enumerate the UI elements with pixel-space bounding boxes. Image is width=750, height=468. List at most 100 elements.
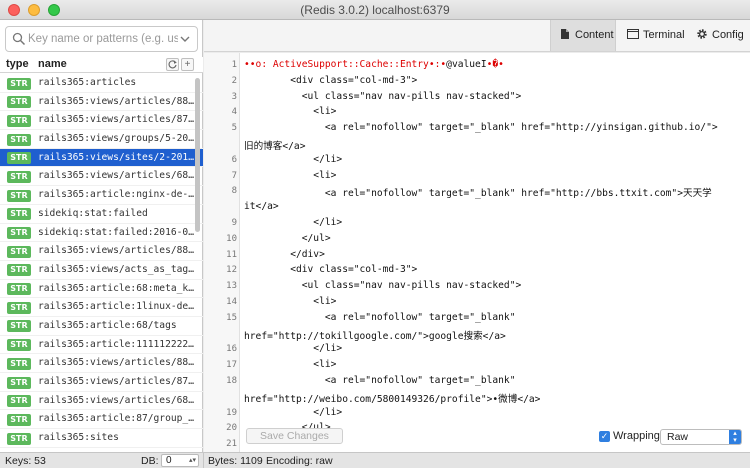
- key-type-badge: STR: [7, 152, 31, 165]
- key-list-item[interactable]: STR rails365:views/sites/2-2015…: [0, 148, 203, 168]
- tab-terminal-label: Terminal: [643, 29, 685, 41]
- key-search-box[interactable]: [5, 26, 198, 52]
- key-name: rails365:views/articles/88-…: [38, 357, 196, 369]
- code-line: 旧的博客</a>: [204, 137, 750, 153]
- key-type-badge: STR: [7, 208, 31, 221]
- key-name: rails365:article:87/group_n…: [38, 413, 196, 425]
- code-line: 7 <li>: [204, 169, 750, 185]
- key-list-item[interactable]: STR rails365:articles: [0, 74, 203, 93]
- code-line: 6 </li>: [204, 153, 750, 169]
- key-list-item[interactable]: STR rails365:views/articles/68-…: [0, 392, 203, 411]
- key-type-badge: STR: [7, 339, 31, 352]
- code-line: 5 <a rel="nofollow" target="_blank" href…: [204, 121, 750, 137]
- code-fragment: @valueI: [446, 59, 487, 70]
- key-type-badge: STR: [7, 264, 31, 277]
- tab-content-label: Content: [575, 29, 614, 41]
- key-list-item[interactable]: STR rails365:views/articles/88-…: [0, 93, 203, 112]
- key-search-input[interactable]: [28, 31, 178, 47]
- key-list-item[interactable]: STR rails365:views/groups/5-201…: [0, 130, 203, 149]
- key-list-item[interactable]: STR sidekiq:stat:failed: [0, 205, 203, 224]
- chevron-updown-icon: ▴▾: [729, 430, 741, 444]
- chevron-down-icon[interactable]: [179, 32, 191, 46]
- code-text: </ul>: [244, 232, 331, 244]
- line-number: 14: [226, 296, 237, 307]
- key-name: rails365:views/acts_as_tagg…: [38, 263, 196, 275]
- code-text: 旧的博客</a>: [244, 140, 306, 152]
- key-type-badge: STR: [7, 96, 31, 109]
- key-name: rails365:article:nginx-de-g…: [38, 189, 196, 201]
- code-area[interactable]: 1 ••o: ActiveSupport::Cache::Entry•:•@val…: [204, 58, 750, 452]
- code-text: </li>: [244, 343, 343, 355]
- type-column-header[interactable]: type: [6, 58, 29, 70]
- key-type-badge: STR: [7, 432, 31, 445]
- key-list-item[interactable]: STR rails365:article:nginx-de-g…: [0, 186, 203, 205]
- line-number: 13: [226, 281, 237, 292]
- key-list-item[interactable]: STR rails365:views/articles/68-…: [0, 167, 203, 187]
- code-text: <div class="col-md-3">: [244, 264, 418, 276]
- keys-count: Keys: 53: [5, 455, 46, 467]
- format-select[interactable]: Raw ▴ ▾: [660, 429, 742, 445]
- key-type-badge: STR: [7, 77, 31, 90]
- line-number: 11: [226, 249, 237, 260]
- key-type-badge: STR: [7, 227, 31, 239]
- key-name: rails365:article:68:meta_ke…: [38, 282, 196, 294]
- code-text: <li>: [244, 106, 337, 118]
- tab-config-label: Config: [712, 29, 744, 41]
- line-number: 16: [226, 344, 237, 355]
- code-text: <a rel="nofollow" target="_blank": [244, 374, 516, 386]
- code-line: 12 <div class="col-md-3">: [204, 263, 750, 279]
- code-text: it</a>: [244, 201, 279, 213]
- name-column-header[interactable]: name: [38, 58, 67, 70]
- tab-config[interactable]: Config: [696, 20, 750, 51]
- key-list-item[interactable]: STR rails365:sites: [0, 429, 203, 448]
- key-list-item[interactable]: STR rails365:article:68:meta_ke…: [0, 280, 203, 299]
- save-changes-button[interactable]: Save Changes: [246, 428, 343, 444]
- bytes-count: Bytes: 1109: [208, 455, 263, 467]
- key-list-item[interactable]: STR rails365:article:1linux-de-…: [0, 298, 203, 317]
- line-number: 12: [226, 265, 237, 276]
- key-list-item[interactable]: STR sidekiq:stat:failed:2016-01…: [0, 224, 203, 243]
- key-list-item[interactable]: STR rails365:views/articles/88-…: [0, 354, 203, 373]
- code-line: 2 <div class="col-md-3">: [204, 74, 750, 90]
- key-type-badge: STR: [7, 114, 31, 127]
- value-editor[interactable]: 1 ••o: ActiveSupport::Cache::Entry•:•@val…: [204, 53, 750, 452]
- code-text: <ul class="nav nav-pills nav-stacked">: [244, 280, 522, 292]
- db-select[interactable]: 0 ▴▾: [161, 454, 199, 467]
- keys-panel: type name + STR rails365:articles STR rails…: [0, 20, 203, 452]
- format-select-value: Raw: [667, 431, 689, 443]
- key-name: rails365:views/articles/68-…: [38, 170, 196, 182]
- key-list-item[interactable]: STR rails365:views/articles/87-…: [0, 111, 203, 131]
- wrapping-label: Wrapping: [613, 430, 660, 442]
- key-list-item[interactable]: STR rails365:views/acts_as_tagg…: [0, 261, 203, 280]
- key-type-badge: STR: [7, 133, 31, 146]
- tab-terminal[interactable]: Terminal: [625, 20, 691, 51]
- refresh-keys-button[interactable]: [166, 58, 179, 71]
- line-number: 10: [226, 233, 237, 244]
- add-key-button[interactable]: +: [181, 58, 194, 71]
- gear-icon: [697, 29, 707, 39]
- window-title: (Redis 3.0.2) localhost:6379: [300, 3, 450, 17]
- key-type-badge: STR: [7, 283, 31, 296]
- key-list-item[interactable]: STR rails365:article:87/group_n…: [0, 410, 203, 430]
- code-fragment: ••o: ActiveSupport::Cache::Entry: [244, 59, 429, 70]
- code-line: 10 </ul>: [204, 232, 750, 248]
- code-line: 1 ••o: ActiveSupport::Cache::Entry•:•@val…: [204, 58, 750, 74]
- key-list-item[interactable]: STR rails365:views/articles/87-…: [0, 373, 203, 392]
- db-select-value: 0: [166, 455, 172, 466]
- wrapping-checkbox[interactable]: ✓: [599, 431, 610, 442]
- key-list-scrollbar[interactable]: [195, 78, 200, 232]
- key-list-item[interactable]: STR rails365:article:68/tags: [0, 317, 203, 336]
- code-line: 8 <a rel="nofollow" target="_blank" href…: [204, 184, 750, 200]
- terminal-icon: [627, 29, 639, 39]
- code-line: 3 <ul class="nav nav-pills nav-stacked">: [204, 90, 750, 106]
- code-text: <li>: [244, 295, 337, 307]
- db-label: DB:: [141, 455, 159, 467]
- key-list-item[interactable]: STR rails365:views/articles/88-…: [0, 242, 203, 261]
- code-line: 4 <li>: [204, 105, 750, 121]
- key-type-badge: STR: [7, 189, 31, 202]
- key-list-item[interactable]: STR rails365:article:111112222…: [0, 336, 203, 355]
- tab-content[interactable]: Content: [550, 20, 616, 51]
- line-number: 19: [226, 407, 237, 418]
- line-number: 1: [231, 60, 237, 70]
- key-name: rails365:article:68/tags: [38, 319, 177, 331]
